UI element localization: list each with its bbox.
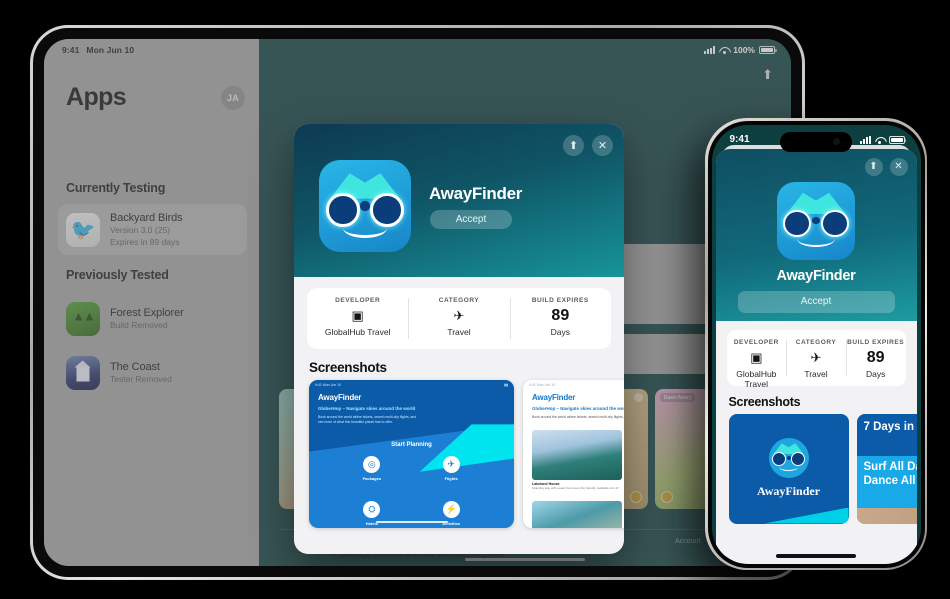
info-expires-unit: Days	[865, 368, 886, 379]
iphone-hero-controls: ⬆ ✕	[864, 157, 908, 176]
share-icon[interactable]: ⬆	[563, 135, 584, 156]
modal-hero: ⬆ ✕ AwayFinder Accept	[294, 124, 624, 277]
screenshots-carousel[interactable]: 9:41 Mon Jun 10 ▮▮ AwayFinder GloberHop –…	[294, 380, 624, 528]
decorative-sand	[856, 507, 917, 524]
shot1-cta: Start Planning	[391, 442, 432, 448]
packages-icon: ◎	[363, 456, 381, 473]
binoculars-face-icon	[319, 160, 411, 252]
binoculars-face-icon	[769, 438, 809, 478]
info-expires-number: 89	[551, 307, 570, 324]
info-expires-label: BUILD EXPIRES	[847, 338, 905, 346]
iphone-info-card: DEVELOPER ▣ GlobalHub Travel CATEGORY ✈ …	[726, 329, 906, 389]
app-icon	[319, 160, 411, 252]
info-developer-value: GlobalHub Travel	[324, 327, 391, 337]
flights-icon: ✈	[442, 456, 460, 473]
accept-button[interactable]: Accept	[430, 210, 512, 229]
info-developer-value: GlobalHub Travel	[736, 368, 777, 389]
iphone-status-bar: 9:41	[712, 125, 921, 155]
shot2-listing-grid: Lakeland House Stunning stay with ocean …	[532, 430, 624, 528]
iphone-screen: 9:41 ⬆ ✕ AwayFinder Accept DEVELOPER ▣ G…	[711, 124, 921, 564]
close-icon[interactable]: ✕	[592, 135, 613, 156]
hotels-icon: ⛭	[363, 501, 381, 518]
shot1-tiles: ◎ Packages ✈ Flights ⛭ Hotels ⚡ Activiti…	[358, 456, 465, 526]
ipad-bezel: 100% ⬆ BUILD EXPIRES 89 Days	[33, 28, 802, 577]
accept-button[interactable]: Accept	[737, 290, 895, 313]
activities-icon: ⚡	[442, 501, 460, 518]
wifi-icon	[875, 136, 885, 144]
iphone-invite-sheet: ⬆ ✕ AwayFinder Accept DEVELOPER ▣ Global…	[715, 148, 917, 564]
app-icon	[777, 181, 855, 260]
tile-flights-label: Flights	[444, 476, 458, 481]
iphone-bezel: 9:41 ⬆ ✕ AwayFinder Accept DEVELOPER ▣ G…	[707, 120, 925, 568]
iphone-screenshot-2[interactable]: 7 Days in Bali Surf All Day and Dance Al…	[856, 413, 917, 524]
iphone-shot2-line1: 7 Days in Bali	[863, 420, 917, 433]
home-indicator	[375, 521, 448, 523]
info-category-label: CATEGORY	[795, 338, 837, 346]
info-expires-unit: Days	[550, 327, 570, 337]
info-developer: DEVELOPER ▣ GlobalHub Travel	[307, 288, 408, 349]
tile-flights: ✈ Flights	[438, 456, 465, 481]
info-category-value: Travel	[447, 327, 471, 337]
listing-desc: Stunning stay with ocean front view. Pet…	[532, 486, 619, 495]
listing-card: Lakeland House Stunning stay with ocean …	[532, 430, 622, 495]
app-name: AwayFinder	[429, 184, 523, 203]
close-icon[interactable]: ✕	[889, 157, 908, 176]
info-expires-number: 89	[866, 348, 885, 366]
shot2-status-left: 9:41 Mon Jun 10	[529, 383, 556, 387]
ipad-screen: 100% ⬆ BUILD EXPIRES 89 Days	[44, 39, 791, 566]
iphone-hero: ⬆ ✕ AwayFinder Accept	[715, 148, 917, 321]
info-category: CATEGORY ✈ Travel	[786, 330, 846, 386]
app-icon	[768, 437, 809, 478]
info-category: CATEGORY ✈ Travel	[408, 288, 509, 349]
home-indicator	[776, 554, 856, 558]
screenshots-heading: Screenshots	[309, 360, 387, 375]
iphone-screenshots-carousel[interactable]: AwayFinder 7 Days in Bali Surf All Day a…	[716, 413, 917, 524]
info-developer-label: DEVELOPER	[335, 297, 381, 304]
info-build-expires: BUILD EXPIRES 89 Days	[845, 330, 906, 386]
listing-card	[532, 500, 622, 528]
shot1-subtitle: GloberHop – Navigate skies around the wo…	[318, 406, 416, 411]
screenshot-2[interactable]: 9:41 Mon Jun 10 AwayFinder GloberHop – N…	[523, 380, 624, 528]
iphone-shot1-brand: AwayFinder	[756, 483, 821, 498]
info-expires-label: BUILD EXPIRES	[531, 297, 589, 304]
shot1-status: 9:41 Mon Jun 10 ▮▮	[315, 383, 508, 387]
info-category-label: CATEGORY	[438, 297, 480, 304]
status-time: 9:41	[729, 134, 750, 145]
cellular-signal-icon	[859, 135, 871, 144]
modal-info-card: DEVELOPER ▣ GlobalHub Travel CATEGORY ✈ …	[307, 288, 611, 349]
info-developer-label: DEVELOPER	[733, 338, 779, 346]
battery-icon	[888, 135, 906, 144]
airplane-icon: ✈	[453, 308, 465, 323]
screenshot-1[interactable]: 9:41 Mon Jun 10 ▮▮ AwayFinder GloberHop –…	[309, 380, 514, 528]
decorative-wedge	[764, 507, 849, 524]
status-indicators	[859, 135, 906, 144]
contact-card-icon: ▣	[351, 308, 364, 323]
iphone-device: 9:41 ⬆ ✕ AwayFinder Accept DEVELOPER ▣ G…	[705, 118, 927, 570]
iphone-screenshot-1[interactable]: AwayFinder	[728, 413, 849, 524]
shot2-body: Book around the world airline tickets, s…	[532, 415, 624, 419]
modal-controls: ⬆ ✕	[563, 135, 613, 156]
airplane-icon: ✈	[810, 349, 822, 365]
iphone-shot2-line2: Surf All Day and Dance All Night	[863, 460, 917, 487]
shot1-status-left: 9:41 Mon Jun 10	[315, 383, 342, 387]
share-icon[interactable]: ⬆	[864, 157, 883, 176]
info-developer: DEVELOPER ▣ GlobalHub Travel	[727, 330, 787, 389]
listing-photo	[532, 500, 622, 528]
marketing-composite: 100% ⬆ BUILD EXPIRES 89 Days	[0, 0, 950, 599]
contact-card-icon: ▣	[750, 349, 763, 365]
tile-packages: ◎ Packages	[358, 456, 385, 481]
app-invite-modal: ⬆ ✕ AwayFinder Accept DEVELOPER ▣ Global…	[294, 124, 624, 554]
app-name: AwayFinder	[776, 267, 856, 284]
info-build-expires: BUILD EXPIRES 89 Days	[509, 288, 611, 349]
shot1-body: Book around the world airline tickets, s…	[318, 415, 417, 424]
shot1-title: AwayFinder	[318, 393, 362, 402]
ipad-device: 100% ⬆ BUILD EXPIRES 89 Days	[30, 25, 805, 580]
screenshots-heading: Screenshots	[728, 394, 801, 409]
listing-photo	[532, 430, 622, 480]
tile-packages-label: Packages	[362, 476, 382, 481]
info-category-value: Travel	[804, 368, 828, 379]
binoculars-face-icon	[777, 182, 855, 260]
shot2-subtitle: GloberHop – Navigate skies around the wo…	[532, 406, 624, 411]
shot2-title: AwayFinder	[532, 393, 576, 402]
